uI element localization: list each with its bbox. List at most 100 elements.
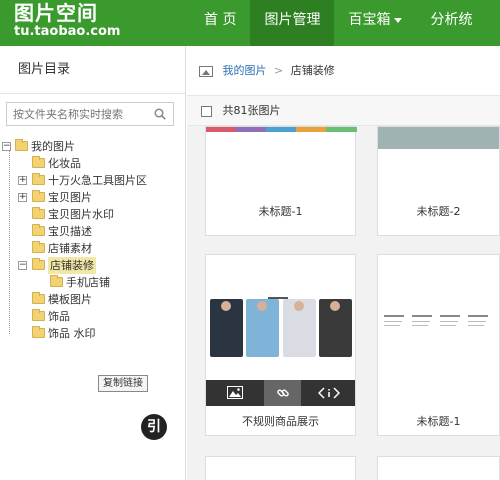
- folder-tree-item[interactable]: 饰品 水印: [2, 325, 186, 342]
- folder-label: 宝贝图片: [48, 191, 92, 204]
- folder-tree: − 我的图片化妆品 + 十万火急工具图片区 + 宝贝图片宝贝图片水印宝贝描述店铺素材 − 店铺…: [2, 138, 186, 342]
- expand-icon[interactable]: +: [18, 193, 27, 202]
- folder-icon: [50, 275, 63, 287]
- folder-icon: [15, 139, 28, 151]
- thumbnail-mark: [412, 325, 428, 326]
- folder-tree-item[interactable]: 宝贝图片水印: [2, 206, 186, 223]
- thumbnail-band: [378, 127, 499, 149]
- app-root: 图片空间 tu.taobao.com 首 页 图片管理 百宝箱 分析统 图片目录…: [0, 0, 500, 480]
- folder-label: 十万火急工具图片区: [48, 174, 147, 187]
- image-grid: 未标题-1 未标题-2 不规则商品展示 未标题-1: [187, 126, 500, 480]
- folder-label: 店铺装修: [48, 257, 96, 274]
- thumbnail-strip: [206, 127, 236, 132]
- product-photo-detail: [294, 301, 304, 311]
- select-all-checkbox[interactable]: [201, 105, 212, 117]
- folder-icon: [32, 241, 45, 253]
- collapse-icon[interactable]: −: [18, 261, 27, 270]
- thumbnail-mark: [384, 315, 404, 317]
- main-panel: 我的图片 > 店铺装修 共81张图片 未标题-1 未标题-2 不规则商品展示 未…: [187, 46, 500, 480]
- folder-search: [6, 102, 174, 126]
- image-title: 不规则商品展示: [242, 415, 319, 428]
- thumbnail-strip: [236, 127, 266, 132]
- nav-image-management[interactable]: 图片管理: [250, 0, 335, 46]
- logo[interactable]: 图片空间 tu.taobao.com: [14, 2, 174, 40]
- thumbnail-strip: [326, 127, 357, 132]
- folder-label: 宝贝描述: [48, 225, 92, 238]
- product-photo-detail: [221, 301, 231, 311]
- image-title: 未标题-1: [416, 415, 461, 428]
- folder-search-input[interactable]: [7, 103, 147, 125]
- folder-tree-item[interactable]: 宝贝描述: [2, 223, 186, 240]
- nav-home[interactable]: 首 页: [190, 0, 250, 46]
- folder-label: 店铺素材: [48, 242, 92, 255]
- folder-tree-item[interactable]: 饰品: [2, 308, 186, 325]
- image-icon: [226, 386, 243, 399]
- folder-tree-item[interactable]: − 店铺装修: [2, 257, 186, 274]
- folder-icon: [32, 190, 45, 202]
- collapse-icon[interactable]: −: [2, 142, 11, 151]
- thumbnail-strip: [296, 127, 326, 132]
- image-card[interactable]: [377, 456, 500, 480]
- thumbnail-mark: [412, 321, 430, 322]
- thumbnail-mark: [384, 325, 400, 326]
- image-title: 未标题-2: [416, 205, 461, 218]
- folder-icon: [32, 292, 45, 304]
- thumbnail-strip: [266, 127, 296, 132]
- thumbnail-mark: [440, 315, 460, 317]
- folder-label: 化妆品: [48, 157, 81, 170]
- breadcrumb: 我的图片 > 店铺装修: [187, 46, 500, 96]
- nav-toolbox-label: 百宝箱: [348, 12, 391, 28]
- logo-title: 图片空间: [14, 1, 98, 25]
- image-card[interactable]: [205, 456, 356, 480]
- logo-url: tu.taobao.com: [14, 24, 121, 39]
- folder-tree-item[interactable]: + 十万火急工具图片区: [2, 172, 186, 189]
- folder-icon: [32, 207, 45, 219]
- folder-tree-item[interactable]: 手机店铺: [2, 274, 186, 291]
- thumbnail-mark: [468, 325, 484, 326]
- image-card[interactable]: 未标题-1: [205, 126, 357, 236]
- code-icon: [317, 387, 340, 399]
- folder-label: 模板图片: [48, 293, 92, 306]
- folder-tree-item[interactable]: − 我的图片: [2, 138, 186, 155]
- link-icon: [276, 389, 289, 397]
- nav-analytics[interactable]: 分析统: [416, 0, 486, 46]
- folder-icon: [32, 156, 45, 168]
- thumbnail-mark: [468, 315, 488, 317]
- folder-tree-item[interactable]: 化妆品: [2, 155, 186, 172]
- thumbnail-mark: [468, 321, 486, 322]
- thumbnail-mark: [440, 321, 458, 322]
- folder-icon: [32, 258, 45, 270]
- expand-icon[interactable]: +: [18, 176, 27, 185]
- product-photo-detail: [330, 301, 340, 311]
- folder-label: 手机店铺: [66, 276, 110, 289]
- folder-label: 饰品 水印: [48, 327, 96, 340]
- top-header: 图片空间 tu.taobao.com 首 页 图片管理 百宝箱 分析统: [0, 0, 500, 46]
- copy-link-tooltip: 复制链接: [98, 375, 148, 392]
- search-icon[interactable]: [154, 108, 166, 120]
- folder-tree-item[interactable]: 模板图片: [2, 291, 186, 308]
- thumbnail-mark: [412, 315, 432, 317]
- image-card-hovered[interactable]: 不规则商品展示: [205, 254, 356, 436]
- copy-link-button[interactable]: [264, 380, 301, 406]
- copy-code-button[interactable]: [310, 380, 347, 406]
- main-nav: 首 页 图片管理 百宝箱 分析统: [190, 0, 486, 46]
- product-photo-detail: [257, 301, 267, 311]
- nav-toolbox[interactable]: 百宝箱: [334, 0, 416, 46]
- thumbnail-mark: [384, 321, 402, 322]
- view-image-button[interactable]: [216, 380, 253, 406]
- image-card[interactable]: 未标题-2: [377, 126, 500, 236]
- folder-label: 我的图片: [31, 140, 75, 153]
- thumbnail-mark: [440, 325, 456, 326]
- image-toolbar: [206, 380, 355, 406]
- folder-label: 饰品: [48, 310, 70, 323]
- folder-icon: [32, 309, 45, 321]
- folder-tree-item[interactable]: 店铺素材: [2, 240, 186, 257]
- folder-icon: [32, 173, 45, 185]
- breadcrumb-root-link[interactable]: 我的图片: [223, 64, 267, 77]
- folder-tree-item[interactable]: + 宝贝图片: [2, 189, 186, 206]
- image-card[interactable]: 未标题-1: [377, 254, 500, 436]
- selection-bar: 共81张图片: [187, 96, 500, 126]
- badge-icon[interactable]: 引: [141, 414, 167, 440]
- image-count: 共81张图片: [222, 104, 281, 117]
- chevron-down-icon: [394, 17, 403, 23]
